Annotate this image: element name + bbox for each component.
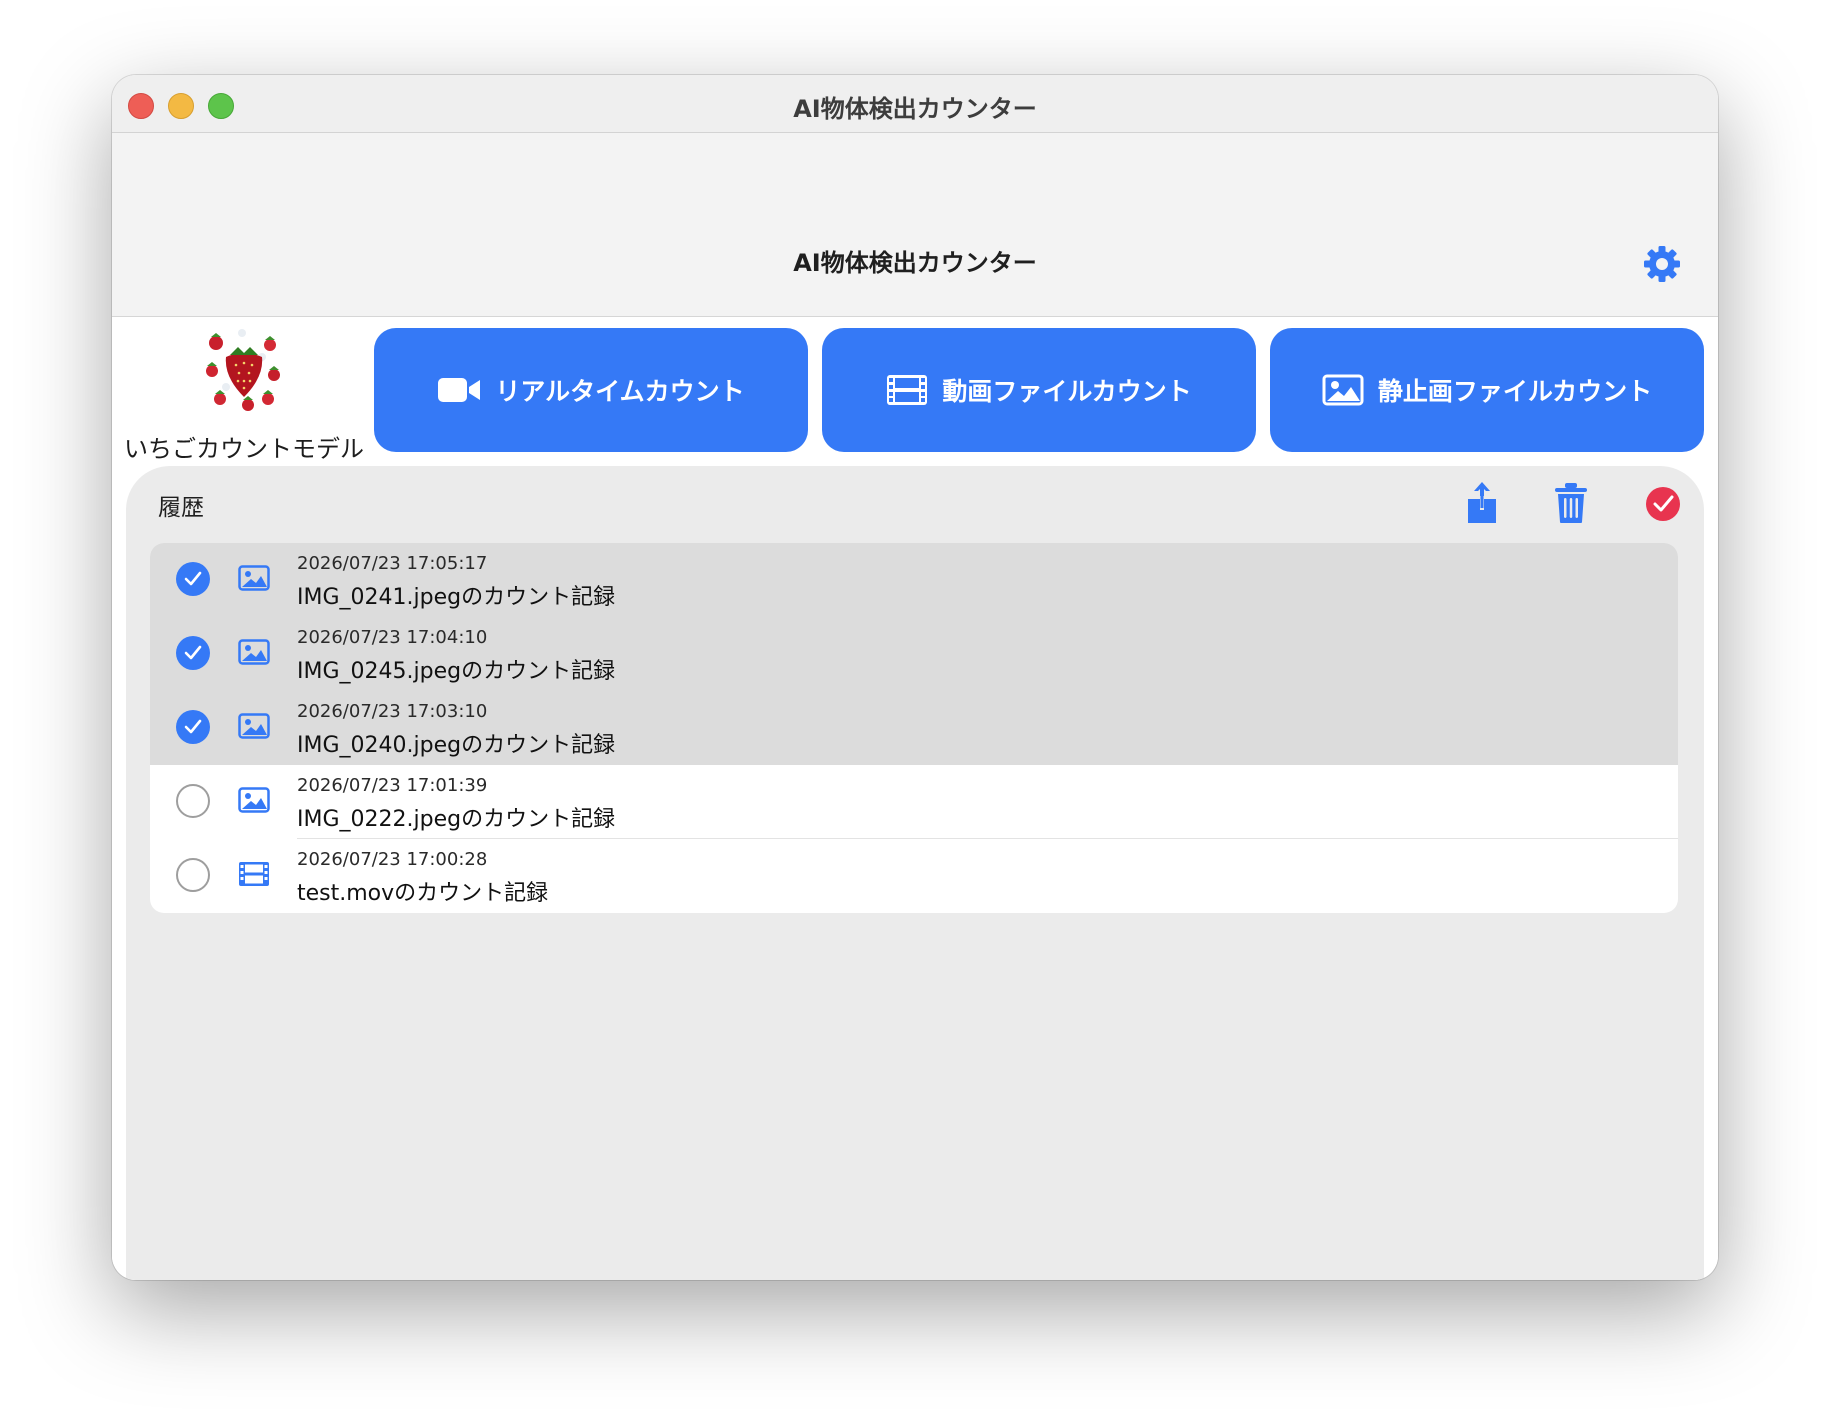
row-timestamp: 2026/07/23 17:03:10: [297, 701, 488, 722]
page-title: AI物体検出カウンター: [793, 249, 1037, 277]
history-title: 履歴: [158, 495, 204, 521]
main-content: いちごカウントモデル リアルタイムカウント 動画ファイルカウント 静止画ファイル…: [112, 317, 1718, 1280]
still-image-count-label: 静止画ファイルカウント: [1377, 377, 1653, 406]
row-title: test.movのカウント記録: [297, 881, 549, 906]
gear-icon: [1644, 246, 1680, 282]
row-timestamp: 2026/07/23 17:01:39: [297, 775, 488, 796]
row-title: IMG_0241.jpegのカウント記録: [297, 585, 616, 610]
title-bar: AI物体検出カウンター: [112, 75, 1718, 133]
row-checkbox-unchecked[interactable]: [176, 858, 210, 892]
still-image-count-button[interactable]: 静止画ファイルカウント: [1270, 328, 1704, 452]
settings-button[interactable]: [1642, 244, 1682, 284]
video-file-count-button[interactable]: 動画ファイルカウント: [822, 328, 1256, 452]
history-row[interactable]: 2026/07/23 17:04:10 IMG_0245.jpegのカウント記録: [150, 617, 1678, 691]
row-checkbox-checked[interactable]: [176, 636, 210, 670]
row-checkbox-checked[interactable]: [176, 710, 210, 744]
photo-icon: [238, 639, 270, 669]
window-title: AI物体検出カウンター: [793, 95, 1037, 123]
trash-icon: [1555, 483, 1587, 523]
model-name: いちごカウントモデル: [124, 435, 364, 463]
checkmark-circle-icon: [1646, 487, 1680, 521]
app-window: AI物体検出カウンター AI物体検出カウンター いちごカウントモデル リアルタイ…: [112, 75, 1718, 1280]
share-icon: [1468, 482, 1496, 523]
photo-icon: [1322, 374, 1364, 406]
row-timestamp: 2026/07/23 17:05:17: [297, 553, 488, 574]
photo-icon: [238, 565, 270, 595]
checkmark-icon: [184, 571, 202, 586]
row-checkbox-unchecked[interactable]: [176, 784, 210, 818]
navigation-bar: AI物体検出カウンター: [112, 133, 1718, 317]
row-title: IMG_0222.jpegのカウント記録: [297, 807, 616, 832]
history-row[interactable]: 2026/07/23 17:03:10 IMG_0240.jpegのカウント記録: [150, 691, 1678, 765]
model-logo: いちごカウントモデル: [122, 327, 366, 463]
history-list: 2026/07/23 17:05:17 IMG_0241.jpegのカウント記録…: [150, 543, 1678, 913]
history-row[interactable]: 2026/07/23 17:05:17 IMG_0241.jpegのカウント記録: [150, 543, 1678, 617]
row-timestamp: 2026/07/23 17:00:28: [297, 849, 488, 870]
history-row[interactable]: 2026/07/23 17:01:39 IMG_0222.jpegのカウント記録: [150, 765, 1678, 839]
checkmark-icon: [184, 719, 202, 734]
strawberry-icon: [206, 329, 280, 411]
row-timestamp: 2026/07/23 17:04:10: [297, 627, 488, 648]
history-row[interactable]: 2026/07/23 17:00:28 test.movのカウント記録: [150, 839, 1678, 913]
video-file-count-label: 動画ファイルカウント: [942, 377, 1192, 406]
history-panel: 履歴 2026/07/23 17:05:17 IMG_0241.jpegのカウン…: [126, 466, 1704, 1280]
select-mode-button[interactable]: [1643, 482, 1683, 524]
row-title: IMG_0240.jpegのカウント記録: [297, 733, 616, 758]
photo-icon: [238, 787, 270, 817]
realtime-count-button[interactable]: リアルタイムカウント: [374, 328, 808, 452]
photo-icon: [238, 713, 270, 743]
film-icon: [238, 861, 270, 891]
checkmark-icon: [184, 645, 202, 660]
row-title: IMG_0245.jpegのカウント記録: [297, 659, 616, 684]
video-camera-icon: [437, 375, 481, 405]
delete-button[interactable]: [1551, 482, 1591, 524]
film-icon: [886, 374, 928, 406]
row-checkbox-checked[interactable]: [176, 562, 210, 596]
realtime-count-label: リアルタイムカウント: [495, 377, 745, 406]
share-button[interactable]: [1462, 482, 1502, 524]
